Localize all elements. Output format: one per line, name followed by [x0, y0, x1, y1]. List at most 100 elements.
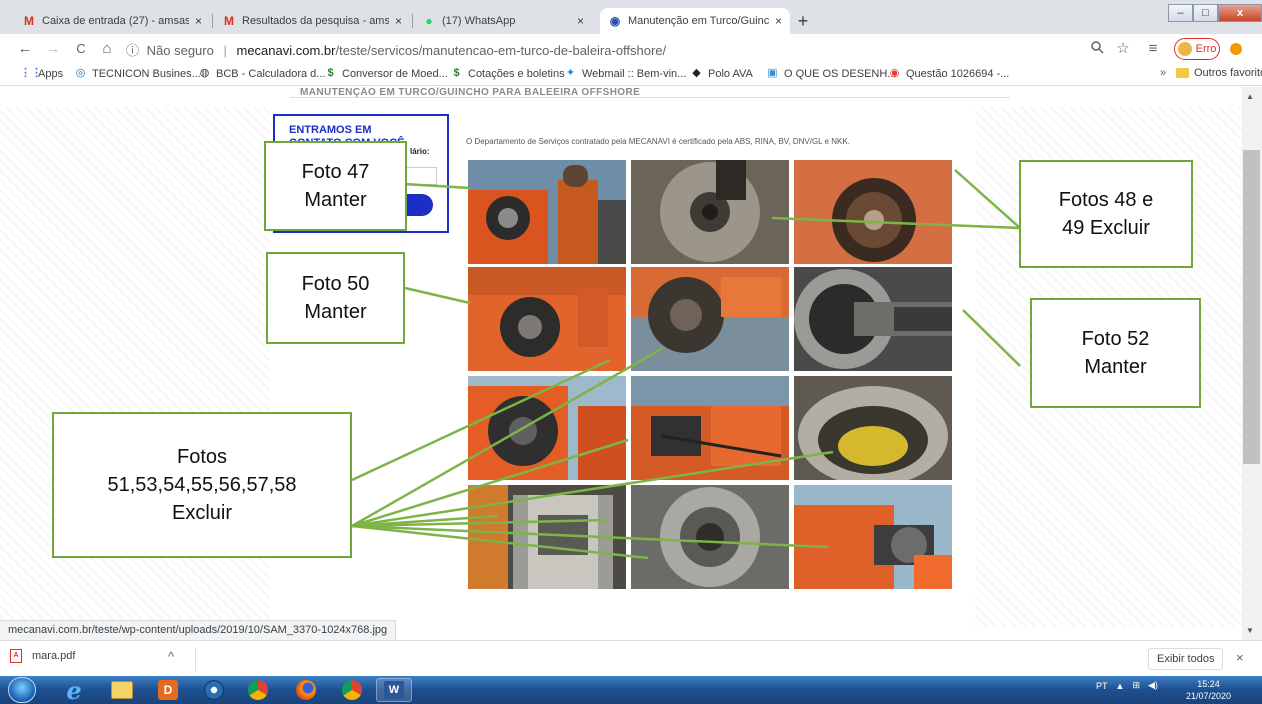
site-info-icon[interactable]: ⓘ — [126, 43, 139, 58]
annotation-foto-52: Foto 52 Manter — [1030, 298, 1201, 408]
gallery-photo[interactable] — [631, 376, 789, 480]
bookmark-bcb[interactable]: ◍ BCB - Calculadora d... — [198, 67, 326, 80]
annotation-foto-47: Foto 47 Manter — [264, 141, 407, 231]
folder-icon — [1176, 68, 1189, 78]
gallery-photo[interactable] — [794, 485, 952, 589]
address-separator: | — [223, 43, 227, 58]
gallery-photo[interactable] — [631, 267, 789, 371]
bookmark-desenhos[interactable]: ▣ O QUE OS DESENH... — [766, 67, 896, 80]
bookmarks-overflow-button[interactable]: » — [1160, 67, 1166, 79]
tab-separator — [212, 14, 213, 28]
scroll-down-icon[interactable]: ▼ — [1246, 626, 1254, 635]
annotation-fotos-excluir: Fotos 51,53,54,55,56,57,58 Excluir — [52, 412, 352, 558]
gallery-photo[interactable] — [468, 267, 626, 371]
tray-expand-icon[interactable]: ▲ — [1116, 681, 1125, 691]
download-filename: mara.pdf — [32, 650, 76, 662]
gallery-photo[interactable] — [631, 485, 789, 589]
close-window-button[interactable]: x — [1218, 4, 1262, 22]
profile-error-button[interactable]: Erro — [1174, 38, 1220, 60]
gallery-photo[interactable] — [468, 376, 626, 480]
bookmark-label: Polo AVA — [708, 67, 753, 80]
bookmark-label: Apps — [38, 67, 64, 80]
bcb-icon: ◍ — [199, 67, 210, 79]
download-item[interactable]: A mara.pdf — [10, 649, 75, 663]
bookmark-label: Conversor de Moed... — [342, 67, 448, 80]
reload-button[interactable]: C — [72, 40, 90, 58]
contact-title-line1: ENTRAMOS EM — [289, 124, 372, 136]
polo-icon: ◆ — [692, 67, 701, 79]
bookmark-label: Questão 1026694 -... — [906, 67, 1010, 80]
annotation-text: Excluir — [171, 502, 232, 524]
clock-time: 15:24 — [1197, 679, 1220, 689]
tab-mecanavi[interactable]: ◉ Manutenção em Turco/Guincho × — [600, 8, 790, 34]
avatar — [1177, 42, 1192, 56]
firefox-icon[interactable] — [288, 678, 324, 702]
gallery-photo[interactable] — [468, 485, 626, 589]
bookmark-cotacoes[interactable]: $ Cotações e boletins — [450, 67, 564, 80]
close-tab-icon[interactable]: × — [775, 14, 782, 28]
media-icon[interactable] — [196, 678, 232, 702]
bookmark-polo-ava[interactable]: ◆ Polo AVA — [690, 67, 753, 80]
apps-icon: ⋮⋮ — [20, 67, 42, 79]
scrollbar-thumb[interactable] — [1243, 150, 1260, 464]
file-explorer-icon[interactable] — [104, 678, 140, 702]
bookmark-apps[interactable]: ⋮⋮ Apps — [20, 67, 63, 80]
tecnicon-icon: ◎ — [75, 67, 86, 79]
new-tab-button[interactable]: + — [792, 11, 814, 33]
forward-button[interactable]: → — [44, 40, 62, 58]
back-button[interactable]: ← — [16, 40, 34, 58]
address-bar[interactable]: ⓘ Não seguro | mecanavi.com.br/teste/ser… — [126, 40, 666, 59]
word-icon[interactable]: W — [376, 678, 412, 702]
volume-icon[interactable]: ◀) — [1148, 680, 1158, 691]
start-button[interactable] — [8, 677, 36, 703]
chrome-icon[interactable] — [334, 678, 370, 702]
close-downloads-icon[interactable]: × — [1236, 650, 1244, 665]
chevron-up-icon[interactable]: ^ — [168, 649, 174, 664]
chrome-icon[interactable] — [240, 678, 276, 702]
annotation-text: Fotos 48 e — [1058, 189, 1154, 211]
outlook-icon[interactable]: D — [150, 678, 186, 702]
close-tab-icon[interactable]: × — [577, 14, 584, 28]
browser-toolbar: ← → C ⌂ ⓘ Não seguro | mecanavi.com.br/t… — [0, 34, 1262, 64]
gallery-photo[interactable] — [468, 160, 626, 264]
bookmark-label: O QUE OS DESENH... — [784, 67, 897, 80]
bookmark-questao[interactable]: ◉ Questão 1026694 -... — [888, 67, 1010, 80]
clock[interactable]: 15:24 21/07/2020 — [1186, 678, 1231, 702]
quotes-icon: $ — [453, 67, 460, 79]
update-icon[interactable] — [1230, 43, 1242, 55]
language-indicator[interactable]: PT — [1096, 681, 1108, 691]
minimize-button[interactable]: – — [1168, 4, 1193, 22]
zoom-icon[interactable] — [1088, 40, 1106, 58]
network-icon[interactable]: ⊞ — [1132, 680, 1140, 691]
site-icon: ◉ — [609, 14, 621, 28]
annotation-text: Manter — [304, 189, 367, 211]
internet-explorer-icon[interactable]: e — [56, 676, 92, 704]
gmail-icon: M — [224, 14, 234, 28]
downloads-bar: A mara.pdf ^ Exibir todos × — [0, 640, 1262, 676]
url-domain: mecanavi.com.br — [236, 43, 336, 58]
other-bookmarks-label: Outros favoritos — [1194, 67, 1262, 79]
bookmark-conversor[interactable]: $ Conversor de Moed... — [324, 67, 448, 80]
reading-list-icon[interactable]: ≡ — [1144, 40, 1162, 58]
show-all-downloads-button[interactable]: Exibir todos — [1148, 648, 1224, 670]
gallery-photo[interactable] — [631, 160, 789, 264]
contact-hint: lário: — [410, 147, 430, 156]
other-bookmarks[interactable]: Outros favoritos — [1176, 67, 1262, 79]
maximize-button[interactable]: □ — [1193, 4, 1218, 22]
tab-whatsapp[interactable]: ● (17) WhatsApp × — [414, 8, 592, 34]
home-button[interactable]: ⌂ — [98, 40, 116, 58]
gallery-photo[interactable] — [794, 376, 952, 480]
bookmark-star-icon[interactable]: ☆ — [1114, 40, 1132, 58]
bookmark-webmail[interactable]: ✦ Webmail :: Bem-vin... — [564, 67, 686, 80]
close-tab-icon[interactable]: × — [195, 14, 202, 28]
gallery-photo[interactable] — [794, 160, 952, 264]
close-tab-icon[interactable]: × — [395, 14, 402, 28]
tab-gmail-inbox[interactable]: M Caixa de entrada (27) - amsasse × — [14, 8, 210, 34]
tab-gmail-search[interactable]: M Resultados da pesquisa - amsilv × — [214, 8, 410, 34]
bookmark-tecnicon[interactable]: ◎ TECNICON Busines... — [74, 67, 201, 80]
bookmark-label: Webmail :: Bem-vin... — [582, 67, 687, 80]
gallery-photo[interactable] — [794, 267, 952, 371]
annotation-text: Manter — [304, 301, 367, 323]
window-controls: – □ x — [1168, 4, 1262, 24]
scroll-up-icon[interactable]: ▲ — [1246, 92, 1254, 101]
